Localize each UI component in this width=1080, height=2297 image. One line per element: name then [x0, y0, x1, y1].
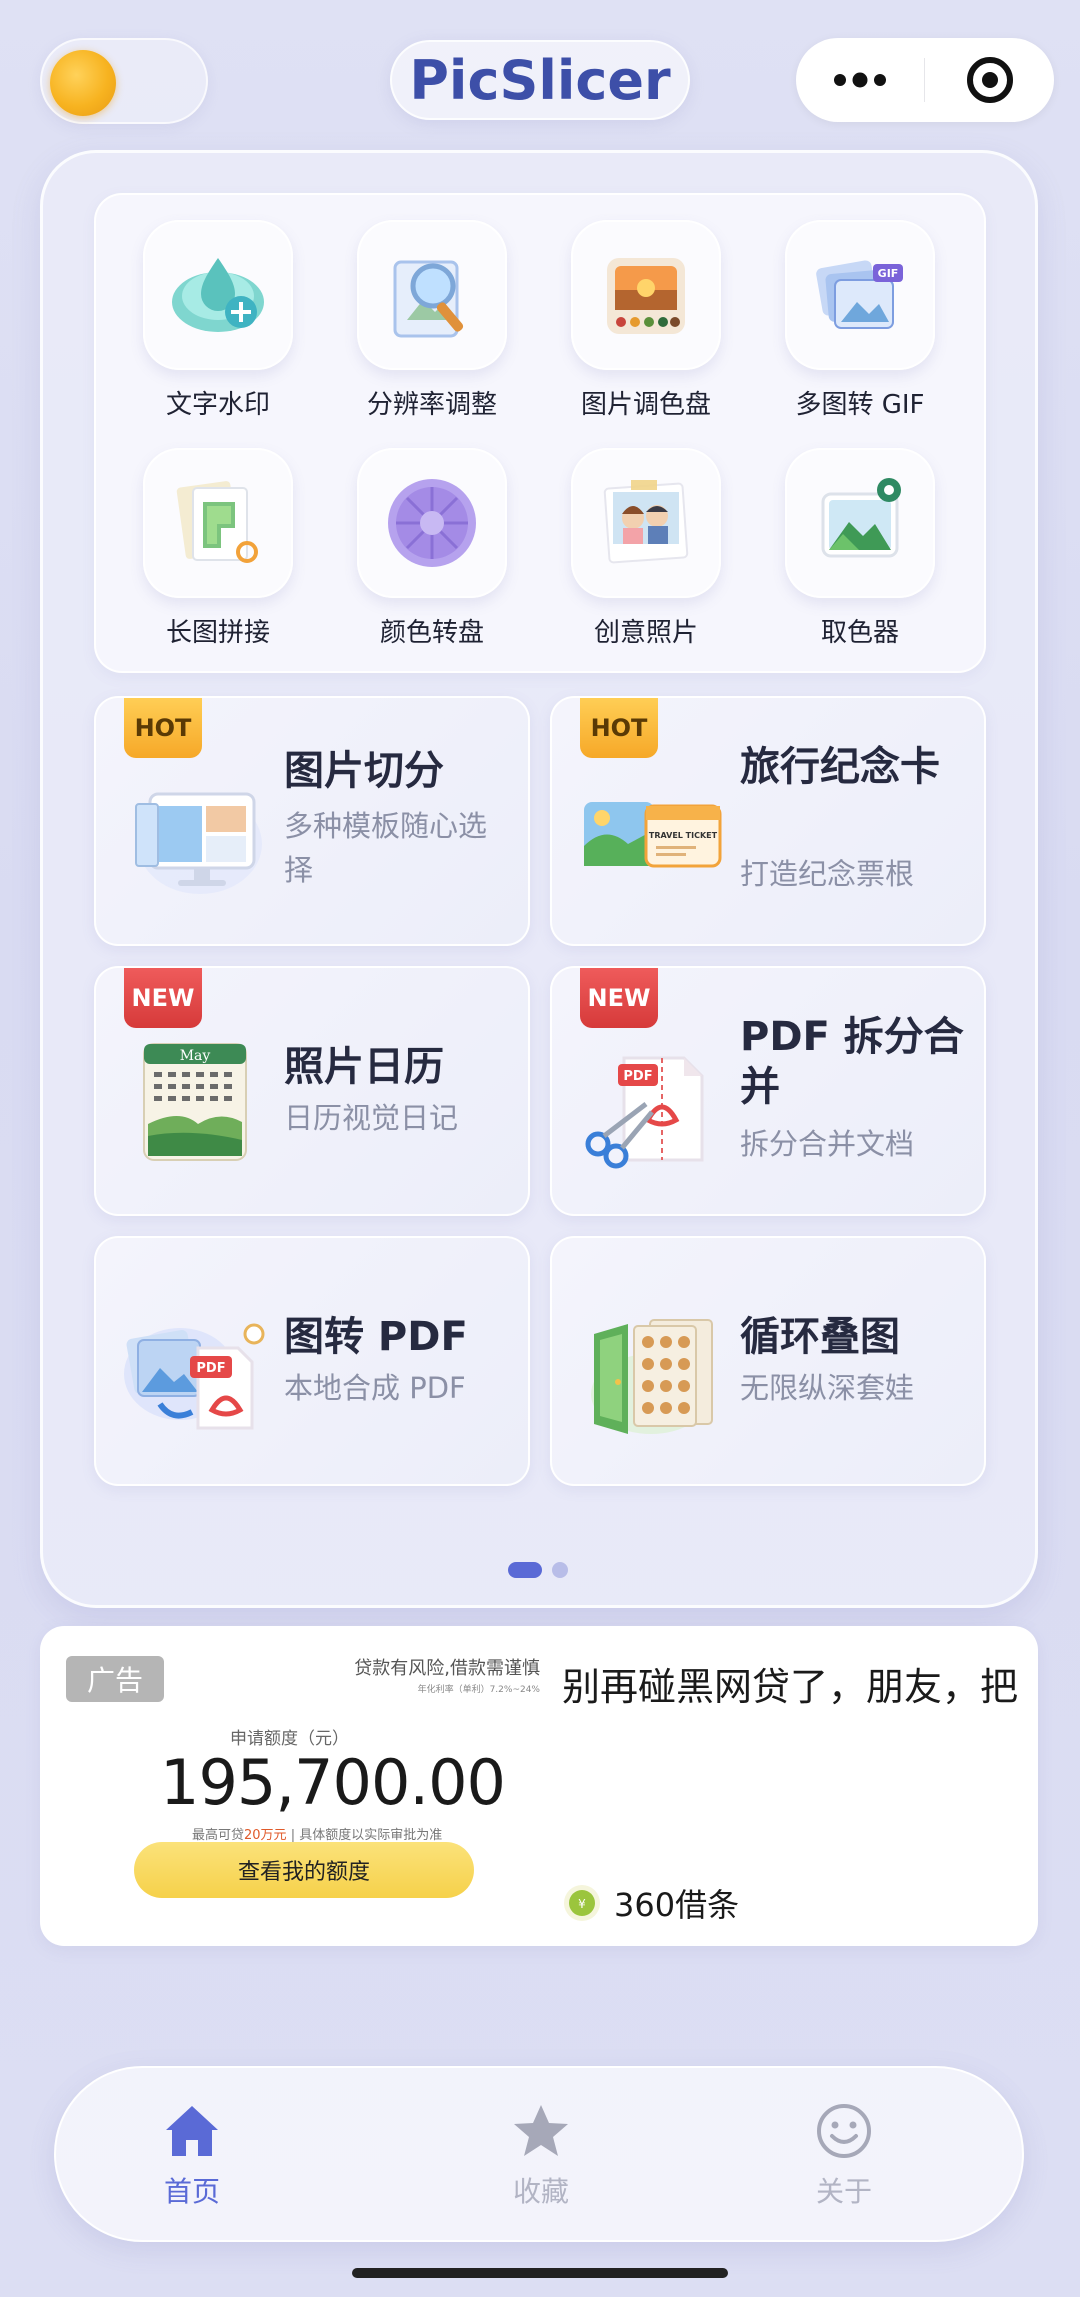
tab-about[interactable]: 关于 [744, 2068, 944, 2244]
brand-pill: PicSlicer [390, 40, 690, 120]
feature-pdf-split-merge[interactable]: NEW PDF PDF 拆分合并 拆分合并文档 [550, 966, 986, 1216]
feature-travel-card[interactable]: HOT TRAVEL TICKET 旅行纪念卡 打造纪念票根 [550, 696, 986, 946]
svg-text:TRAVEL TICKET: TRAVEL TICKET [649, 831, 718, 840]
page-dot[interactable] [552, 1562, 568, 1578]
feature-title: 图片切分 [284, 748, 444, 794]
creative-photo-icon [603, 480, 689, 564]
tab-label: 首页 [163, 2175, 220, 2208]
tool-color-picker[interactable]: 取色器 [760, 448, 960, 658]
ad-amount: 195,700.00 [160, 1746, 506, 1819]
bottom-tab-bar: 首页 收藏 关于 [54, 2066, 1024, 2242]
watermark-icon [172, 258, 264, 332]
pdf-tag: PDF [623, 1069, 652, 1084]
calendar-icon: May [143, 1043, 247, 1161]
tool-palette[interactable]: 图片调色盘 [546, 220, 746, 430]
brand-title: PicSlicer [409, 48, 671, 112]
tool-label: 颜色转盘 [379, 618, 484, 648]
svg-text:GIF: GIF [878, 267, 899, 280]
pdf-tag: PDF [196, 1361, 225, 1376]
tool-label: 取色器 [820, 618, 899, 648]
feature-title: 图转 PDF [284, 1314, 468, 1360]
close-mini-program-button[interactable] [925, 38, 1054, 122]
page-dot-active [508, 1562, 542, 1578]
feature-title: PDF 拆分合并 [740, 1014, 964, 1110]
tab-home[interactable]: 首页 [92, 2068, 292, 2244]
feature-subtitle: 多种模板随心选择 [284, 809, 488, 887]
target-icon [966, 57, 1013, 103]
feature-title: 旅行纪念卡 [740, 744, 940, 790]
color-wheel-icon [388, 479, 476, 567]
ad-banner[interactable]: 广告 贷款有风险,借款需谨慎 年化利率（单利）7.2%~24% 申请额度（元） … [40, 1626, 1038, 1946]
ad-brand: ¥ 360借条 [564, 1880, 739, 1926]
home-indicator[interactable] [352, 2268, 728, 2278]
tool-label: 图片调色盘 [580, 390, 711, 420]
feature-subtitle: 拆分合并文档 [740, 1127, 915, 1161]
feature-subtitle: 打造纪念票根 [740, 857, 915, 891]
more-icon [834, 72, 886, 88]
stitch-icon [176, 481, 258, 563]
ad-fine-print: 年化利率（单利）7.2%~24% [417, 1685, 540, 1695]
feature-photo-calendar[interactable]: NEW May 照片日历 日历视觉日记 [94, 966, 530, 1216]
tool-watermark[interactable]: 文字水印 [118, 220, 318, 430]
theme-toggle[interactable] [40, 38, 208, 124]
tool-stitch[interactable]: 长图拼接 [118, 448, 318, 658]
home-icon [166, 2106, 218, 2156]
new-badge: NEW [124, 968, 202, 1028]
feature-subtitle: 日历视觉日记 [284, 1101, 459, 1135]
feature-subtitle: 本地合成 PDF [284, 1371, 466, 1405]
more-button[interactable] [796, 38, 924, 122]
loop-stack-icon [591, 1319, 713, 1434]
page-indicator [508, 1562, 568, 1578]
resolution-icon [393, 260, 464, 338]
tool-resolution[interactable]: 分辨率调整 [332, 220, 532, 430]
tab-label: 关于 [815, 2175, 872, 2208]
sun-icon [50, 50, 116, 116]
new-badge: NEW [580, 968, 658, 1028]
feature-subtitle: 无限纵深套娃 [740, 1371, 915, 1405]
tool-label: 创意照片 [593, 618, 698, 648]
tool-label: 分辨率调整 [366, 390, 497, 420]
tool-creative-photo[interactable]: 创意照片 [546, 448, 746, 658]
travel-ticket-icon: TRAVEL TICKET [584, 802, 722, 868]
ad-headline: 别再碰黑网贷了，朋友，把 [562, 1665, 1019, 1709]
feature-loop-stack[interactable]: 循环叠图 无限纵深套娃 [550, 1236, 986, 1486]
calendar-month: May [180, 1048, 211, 1064]
tool-label: 多图转 GIF [795, 390, 925, 420]
ad-image: 广告 贷款有风险,借款需谨慎 年化利率（单利）7.2%~24% 申请额度（元） … [40, 1626, 540, 1946]
feature-image-slice[interactable]: HOT 图片切分 多种模板随心选择 [94, 696, 530, 946]
tab-label: 收藏 [512, 2175, 569, 2208]
hot-badge: HOT [580, 698, 658, 758]
tab-favorites[interactable]: 收藏 [441, 2068, 641, 2244]
hot-badge: HOT [124, 698, 202, 758]
ad-check-quota-button[interactable]: 查看我的额度 [134, 1842, 474, 1898]
tool-gif[interactable]: GIF 多图转 GIF [760, 220, 960, 430]
feature-title: 照片日历 [284, 1044, 444, 1090]
ad-brand-logo-icon: ¥ [564, 1885, 600, 1921]
image-to-pdf-icon: PDF [124, 1323, 265, 1430]
feature-image-to-pdf[interactable]: PDF 图转 PDF 本地合成 PDF [94, 1236, 530, 1486]
feature-title: 循环叠图 [740, 1314, 900, 1360]
gif-icon: GIF [816, 260, 903, 329]
mini-program-capsule [796, 38, 1054, 122]
ad-amount-note: 最高可贷20万元 | 具体额度以实际审批为准 [192, 1828, 443, 1843]
ad-brand-name: 360借条 [614, 1886, 740, 1924]
pdf-split-icon: PDF [585, 1056, 704, 1169]
palette-icon [607, 258, 685, 334]
svg-text:¥: ¥ [578, 1897, 586, 1911]
smile-icon [817, 2104, 871, 2158]
tool-label: 文字水印 [165, 390, 270, 420]
monitor-slice-icon [135, 792, 262, 894]
color-picker-icon [821, 478, 901, 558]
ad-risk-text: 贷款有风险,借款需谨慎 [354, 1658, 540, 1679]
tool-label: 长图拼接 [165, 618, 270, 648]
ad-tag: 广告 [66, 1656, 164, 1702]
tool-color-wheel[interactable]: 颜色转盘 [332, 448, 532, 658]
star-icon [514, 2105, 568, 2156]
